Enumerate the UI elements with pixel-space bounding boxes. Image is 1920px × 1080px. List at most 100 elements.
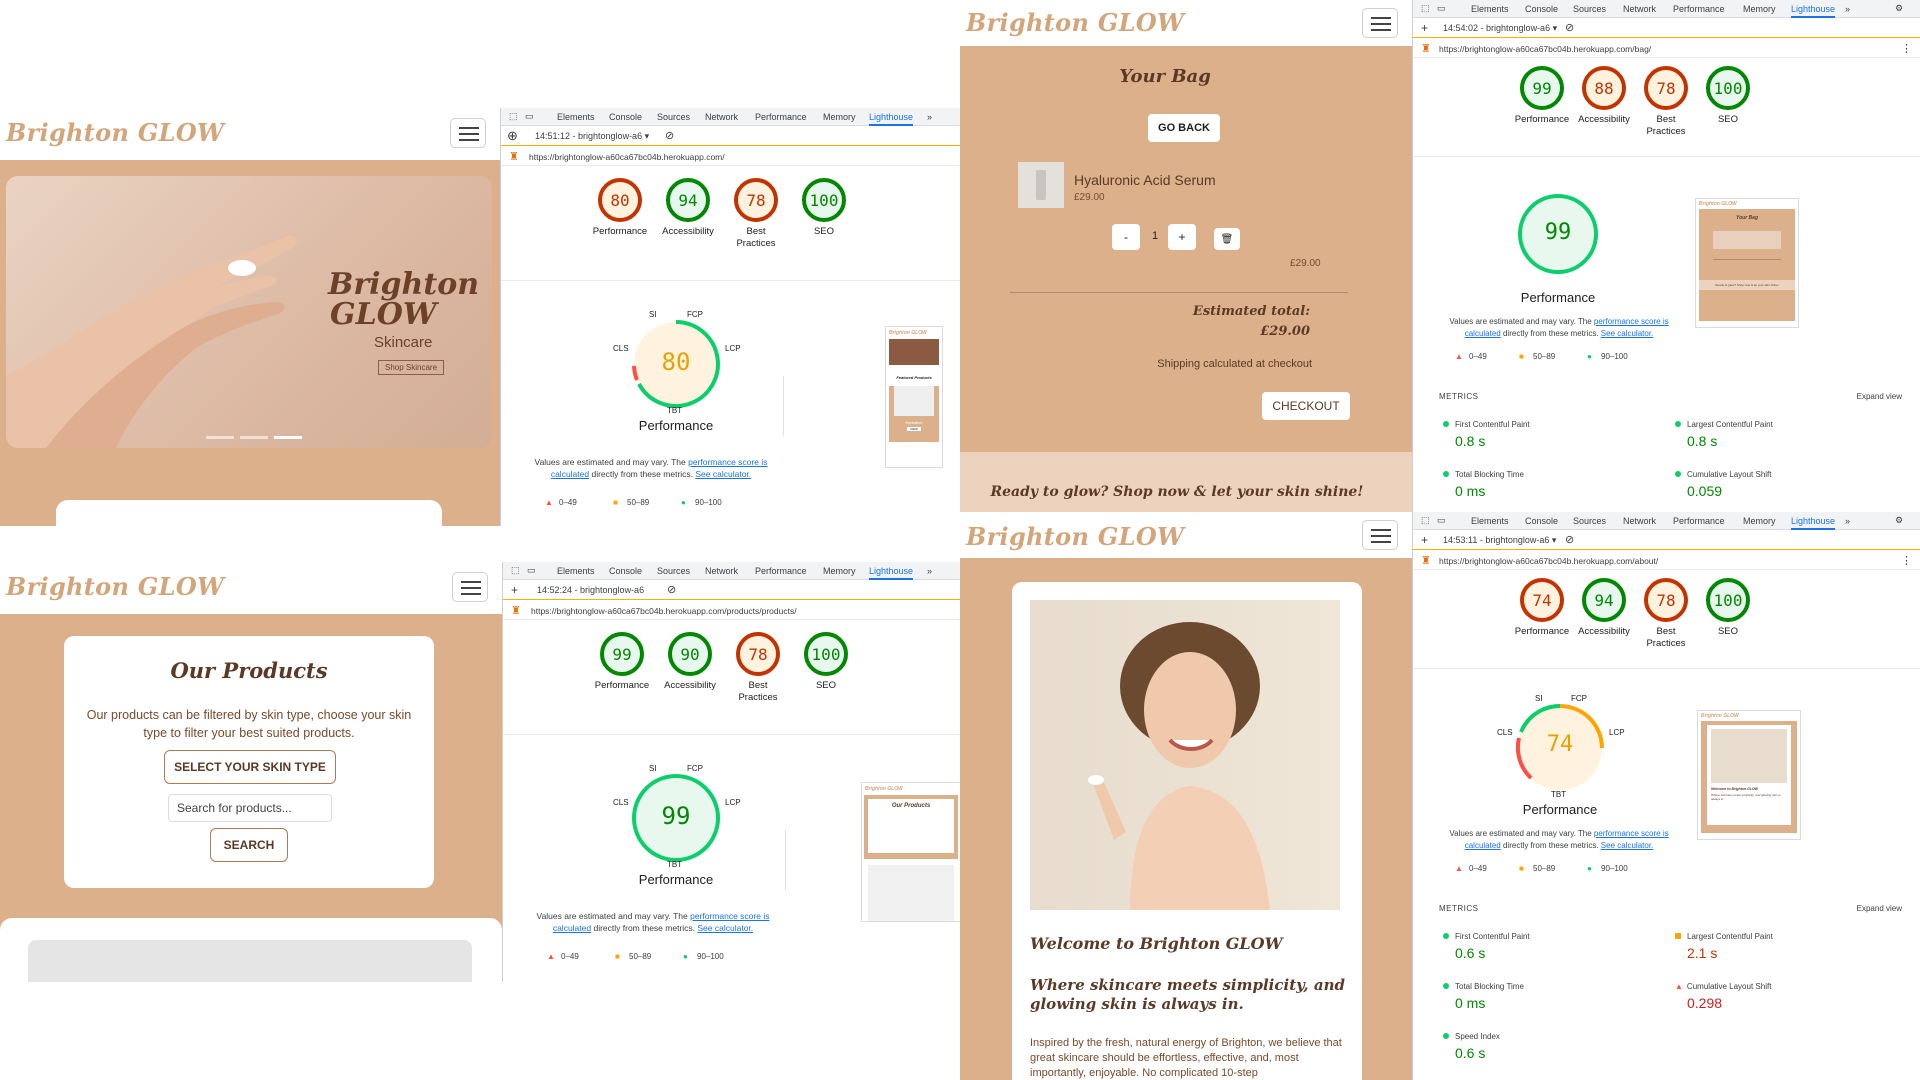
tab-network[interactable]: Network — [1623, 516, 1656, 526]
tab-console[interactable]: Console — [1525, 516, 1558, 526]
expand-view-toggle[interactable]: Expand view — [1857, 392, 1902, 401]
device-icon[interactable]: ▭ — [527, 565, 536, 576]
tab-lighthouse[interactable]: Lighthouse — [1791, 4, 1836, 18]
hamburger-menu-button[interactable] — [1362, 520, 1398, 550]
gauge-performance[interactable]: 80 Performance — [585, 178, 655, 238]
hamburger-menu-button[interactable] — [452, 572, 488, 602]
gauge-accessibility[interactable]: 94 Accessibility — [653, 178, 723, 238]
tab-performance[interactable]: Performance — [755, 566, 807, 576]
tab-sources[interactable]: Sources — [1573, 516, 1606, 526]
gauge-accessibility[interactable]: 88 Accessibility — [1569, 66, 1639, 126]
tab-sources[interactable]: Sources — [657, 566, 690, 576]
tab-console[interactable]: Console — [609, 566, 642, 576]
tab-more[interactable]: » — [1845, 4, 1850, 14]
site-logo[interactable]: Brighton GLOW — [966, 522, 1184, 551]
report-url[interactable]: https://brightonglow-a60ca67bc04b.heroku… — [1439, 44, 1651, 54]
gauge-best-practices[interactable]: 78 Best Practices — [721, 178, 791, 250]
see-calculator-link[interactable]: See calculator. — [697, 923, 753, 933]
quantity-decrease-button[interactable]: - — [1112, 224, 1140, 250]
gauge-accessibility[interactable]: 94 Accessibility — [1569, 578, 1639, 638]
shop-skincare-button[interactable]: Shop Skincare — [378, 360, 445, 375]
select-skin-type-button[interactable]: SELECT YOUR SKIN TYPE — [164, 750, 336, 784]
report-url[interactable]: https://brightonglow-a60ca67bc04b.heroku… — [1439, 556, 1658, 566]
device-icon[interactable]: ▭ — [1437, 515, 1446, 526]
gauge-seo[interactable]: 100 SEO — [789, 178, 859, 238]
inspect-icon[interactable]: ⬚ — [1421, 515, 1430, 526]
carousel-indicators[interactable] — [206, 436, 306, 439]
clear-icon[interactable]: ⊘ — [667, 583, 676, 596]
gauge-best-practices[interactable]: 78 Best Practices — [723, 632, 793, 704]
clear-icon[interactable]: ⊘ — [1565, 533, 1574, 546]
tab-more[interactable]: » — [1845, 516, 1850, 526]
go-back-button[interactable]: GO BACK — [1148, 114, 1220, 142]
new-report-icon[interactable]: + — [1421, 533, 1428, 547]
see-calculator-link[interactable]: See calculator. — [695, 469, 751, 479]
tab-sources[interactable]: Sources — [1573, 4, 1606, 14]
gauge-accessibility[interactable]: 90 Accessibility — [655, 632, 725, 692]
device-icon[interactable]: ▭ — [1437, 3, 1446, 14]
more-options-icon[interactable]: ⋮ — [1901, 42, 1912, 55]
gauge-best-practices[interactable]: 78 Best Practices — [1631, 578, 1701, 650]
clear-icon[interactable]: ⊘ — [665, 129, 674, 142]
tab-memory[interactable]: Memory — [1743, 4, 1776, 14]
tab-lighthouse[interactable]: Lighthouse — [1791, 516, 1836, 530]
hamburger-menu-button[interactable] — [1362, 8, 1398, 38]
clear-icon[interactable]: ⊘ — [1565, 21, 1574, 34]
tab-sources[interactable]: Sources — [657, 112, 690, 122]
tab-network[interactable]: Network — [1623, 4, 1656, 14]
inspect-icon[interactable]: ⬚ — [511, 565, 520, 576]
tab-elements[interactable]: Elements — [1471, 516, 1509, 526]
more-options-icon[interactable]: ⋮ — [1901, 554, 1912, 567]
tab-performance[interactable]: Performance — [1673, 516, 1725, 526]
report-url[interactable]: https://brightonglow-a60ca67bc04b.heroku… — [529, 152, 725, 162]
site-logo[interactable]: Brighton GLOW — [6, 572, 224, 601]
tab-more[interactable]: » — [927, 112, 932, 122]
settings-icon[interactable]: ⚙ — [1895, 3, 1903, 14]
tab-elements[interactable]: Elements — [557, 112, 595, 122]
search-input[interactable]: Search for products... — [168, 794, 332, 822]
tab-more[interactable]: » — [927, 566, 932, 576]
report-time[interactable]: 14:54:02 - brightonglow-a6 ▾ — [1443, 23, 1557, 34]
checkout-button[interactable]: CHECKOUT — [1262, 392, 1350, 420]
tab-elements[interactable]: Elements — [1471, 4, 1509, 14]
tab-lighthouse[interactable]: Lighthouse — [869, 566, 914, 580]
gauge-performance[interactable]: 74 Performance — [1507, 578, 1577, 638]
site-logo[interactable]: Brighton GLOW — [6, 118, 224, 147]
tab-memory[interactable]: Memory — [823, 112, 856, 122]
gauge-seo[interactable]: 100 SEO — [791, 632, 861, 692]
gauge-seo[interactable]: 100 SEO — [1693, 578, 1763, 638]
tab-console[interactable]: Console — [1525, 4, 1558, 14]
gauge-seo[interactable]: 100 SEO — [1693, 66, 1763, 126]
tab-lighthouse[interactable]: Lighthouse — [869, 112, 914, 126]
tab-elements[interactable]: Elements — [557, 566, 595, 576]
tab-performance[interactable]: Performance — [1673, 4, 1725, 14]
inspect-icon[interactable]: ⬚ — [1421, 3, 1430, 14]
see-calculator-link[interactable]: See calculator. — [1601, 841, 1653, 850]
report-time[interactable]: 14:52:24 - brightonglow-a6 — [537, 585, 644, 595]
hamburger-menu-button[interactable] — [450, 118, 486, 148]
remove-item-button[interactable]: 🗑 — [1214, 228, 1240, 250]
new-report-icon[interactable]: + — [1421, 21, 1428, 35]
expand-view-toggle[interactable]: Expand view — [1857, 904, 1902, 913]
new-report-icon[interactable]: + — [511, 583, 518, 597]
gauge-best-practices[interactable]: 78 Best Practices — [1631, 66, 1701, 138]
inspect-icon[interactable]: ⬚ — [509, 111, 518, 122]
tab-performance[interactable]: Performance — [755, 112, 807, 122]
site-logo[interactable]: Brighton GLOW — [966, 8, 1184, 37]
tab-network[interactable]: Network — [705, 566, 738, 576]
settings-icon[interactable]: ⚙ — [1895, 515, 1903, 526]
quantity-increase-button[interactable]: + — [1168, 224, 1196, 250]
search-button[interactable]: SEARCH — [210, 828, 288, 862]
tab-network[interactable]: Network — [705, 112, 738, 122]
see-calculator-link[interactable]: See calculator. — [1601, 329, 1653, 338]
tab-memory[interactable]: Memory — [823, 566, 856, 576]
tab-memory[interactable]: Memory — [1743, 516, 1776, 526]
report-url[interactable]: https://brightonglow-a60ca67bc04b.heroku… — [531, 606, 797, 616]
gauge-performance[interactable]: 99 Performance — [587, 632, 657, 692]
device-icon[interactable]: ▭ — [525, 111, 534, 122]
new-report-icon[interactable]: ⊕ — [507, 128, 518, 144]
report-time[interactable]: 14:53:11 - brightonglow-a6 ▾ — [1443, 535, 1556, 546]
report-time[interactable]: 14:51:12 - brightonglow-a6 ▾ — [535, 131, 649, 142]
gauge-performance[interactable]: 99 Performance — [1507, 66, 1577, 126]
tab-console[interactable]: Console — [609, 112, 642, 122]
